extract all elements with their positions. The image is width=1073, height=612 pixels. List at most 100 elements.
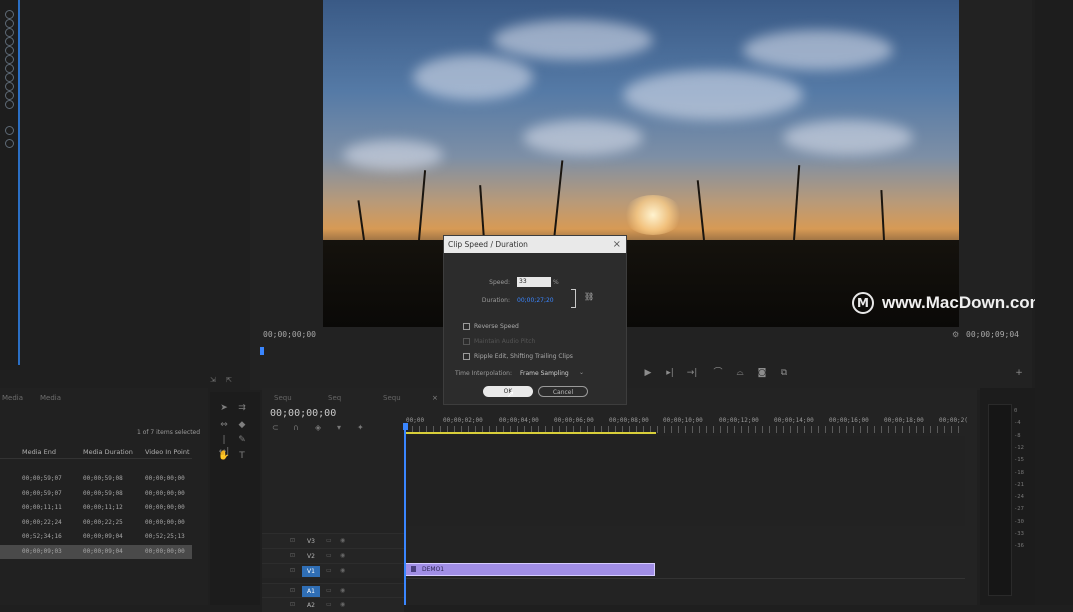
close-tab-icon[interactable]: × xyxy=(432,394,438,402)
watermark-logo: M xyxy=(852,292,874,314)
table-row[interactable]: 00;00;59;07 00;00;59;08 00;00;00;00 xyxy=(0,472,192,486)
history-step-icon[interactable] xyxy=(5,91,14,100)
table-row[interactable]: 00;00;11;11 00;00;11;12 00;00;00;00 xyxy=(0,501,192,515)
reverse-speed-checkbox[interactable] xyxy=(463,323,470,330)
history-step-icon[interactable] xyxy=(5,28,14,37)
meter-scale-label: -24 xyxy=(1014,494,1024,501)
history-step-icon[interactable] xyxy=(5,139,14,148)
chain-link-icon[interactable]: ⛓ xyxy=(584,292,594,301)
track-name[interactable]: V3 xyxy=(302,536,320,547)
playhead-handle[interactable] xyxy=(403,423,408,430)
history-step-icon[interactable] xyxy=(5,64,14,73)
lock-icon[interactable]: ⊡ xyxy=(290,587,295,594)
add-button-icon[interactable]: + xyxy=(1013,368,1025,378)
track-select-tool-icon[interactable]: ⇉ xyxy=(236,402,248,414)
track-name[interactable]: V2 xyxy=(302,551,320,562)
panel-expand-icon[interactable]: ⇱ xyxy=(226,376,236,384)
camera-icon[interactable]: ◙ xyxy=(756,368,768,378)
eye-icon[interactable]: ◉ xyxy=(340,552,345,559)
timeline-tab-2[interactable]: Seq xyxy=(328,394,341,402)
pen-tool-icon[interactable]: ✎ xyxy=(236,434,248,446)
marker-icon[interactable]: ◈ xyxy=(315,423,321,432)
track-header[interactable]: ⊡ V2 ▭ ◉ xyxy=(262,548,404,563)
timeline-settings-icon[interactable]: ✦ xyxy=(357,423,364,432)
sync-icon[interactable]: ▭ xyxy=(326,552,332,559)
panel-menu-icon[interactable]: ⇲ xyxy=(210,376,220,384)
history-step-icon[interactable] xyxy=(5,73,14,82)
play-icon[interactable]: ▶ xyxy=(642,368,654,378)
meter-scale-label: -12 xyxy=(1014,444,1024,451)
duration-value[interactable]: 00;00;27;20 xyxy=(517,297,554,304)
work-area-bar[interactable] xyxy=(405,432,656,434)
cancel-button[interactable]: Cancel xyxy=(538,386,588,397)
eye-icon[interactable]: ◉ xyxy=(340,567,345,574)
razor-tool-icon[interactable]: ◆ xyxy=(236,419,248,431)
ripple-edit-checkbox[interactable] xyxy=(463,353,470,360)
lock-icon[interactable]: ⊡ xyxy=(290,552,295,559)
hand-tool-icon[interactable]: ✋ xyxy=(218,450,230,462)
track-header[interactable]: ⊡ V1 ▭ ◉ xyxy=(262,563,404,578)
snap-icon[interactable]: ⊂ xyxy=(272,423,279,432)
track-header[interactable]: ⊡ V3 ▭ ◉ xyxy=(262,533,404,548)
step-forward-icon[interactable]: ▸| xyxy=(664,368,676,378)
meter-scale-label: -33 xyxy=(1014,531,1024,537)
table-row[interactable]: 00;52;34;16 00;00;09;04 00;52;25;13 xyxy=(0,530,192,544)
timeline-playhead[interactable] xyxy=(404,424,406,605)
time-interpolation-select[interactable]: Frame Sampling xyxy=(520,370,569,377)
selection-tool-icon[interactable]: ➤ xyxy=(218,402,230,414)
history-step-icon[interactable] xyxy=(5,19,14,28)
history-step-icon[interactable] xyxy=(5,37,14,46)
insert-icon[interactable]: ⌒ xyxy=(712,368,724,378)
history-step-icon[interactable] xyxy=(5,100,14,109)
program-timecode-in[interactable]: 00;00;00;00 xyxy=(263,330,316,339)
project-tab-1[interactable]: Media xyxy=(2,394,23,402)
table-cell: 00;52;34;16 xyxy=(22,533,62,540)
history-step-icon[interactable] xyxy=(5,126,14,135)
speed-input[interactable]: 33 xyxy=(517,277,551,287)
slip-tool-icon[interactable]: |↔| xyxy=(218,434,230,457)
column-media-end[interactable]: Media End xyxy=(22,448,56,456)
chevron-down-icon[interactable]: ⌄ xyxy=(579,369,584,376)
program-scrub-bar[interactable] xyxy=(258,345,1018,357)
track-name[interactable]: A1 xyxy=(302,586,320,597)
track-name[interactable]: A2 xyxy=(302,600,320,611)
column-media-duration[interactable]: Media Duration xyxy=(83,448,133,456)
history-step-icon[interactable] xyxy=(5,82,14,91)
settings-icon[interactable]: ⧉ xyxy=(778,368,790,378)
close-icon[interactable]: × xyxy=(613,236,621,253)
watermark-text: www.MacDown.com xyxy=(882,293,1045,312)
add-marker-icon[interactable]: ▾ xyxy=(337,423,341,432)
sync-icon[interactable]: ▭ xyxy=(326,567,332,574)
timeline-tab-1[interactable]: Sequ xyxy=(274,394,292,402)
type-tool-icon[interactable]: T xyxy=(236,450,248,462)
go-to-out-icon[interactable]: →| xyxy=(686,368,698,378)
lock-icon[interactable]: ⊡ xyxy=(290,537,295,544)
column-video-in-point[interactable]: Video In Point xyxy=(145,448,190,456)
table-row[interactable]: 00;00;09;03 00;00;09;04 00;00;00;00 xyxy=(0,544,192,559)
timeline-tab-3[interactable]: Sequ xyxy=(383,394,401,402)
sync-icon[interactable]: ▭ xyxy=(326,587,332,594)
program-playhead[interactable] xyxy=(260,347,264,355)
timeline-timecode[interactable]: 00;00;00;00 xyxy=(270,408,336,419)
lock-icon[interactable]: ⊡ xyxy=(290,567,295,574)
maintain-audio-checkbox[interactable] xyxy=(463,338,470,345)
overwrite-icon[interactable]: ⌓ xyxy=(734,368,746,378)
linked-selection-icon[interactable]: ∩ xyxy=(293,423,299,432)
ruler-label: 00;00;14;00 xyxy=(774,417,814,424)
ripple-edit-tool-icon[interactable]: ⇔ xyxy=(218,419,230,431)
track-header[interactable]: ⊡ A1 ▭ ◉ xyxy=(262,583,404,598)
wrench-icon[interactable]: ⚙ xyxy=(952,330,960,339)
eye-icon[interactable]: ◉ xyxy=(340,587,345,594)
table-row[interactable]: 00;00;22;24 00;00;22;25 00;00;00;00 xyxy=(0,516,192,530)
project-tab-2[interactable]: Media xyxy=(40,394,61,402)
history-step-icon[interactable] xyxy=(5,46,14,55)
track-name[interactable]: V1 xyxy=(302,566,320,577)
history-step-icon[interactable] xyxy=(5,10,14,19)
history-step-icon[interactable] xyxy=(5,55,14,64)
sync-icon[interactable]: ▭ xyxy=(326,537,332,544)
table-row[interactable]: 00;00;59;07 00;00;59;08 00;00;00;00 xyxy=(0,487,192,501)
eye-icon[interactable]: ◉ xyxy=(340,537,345,544)
timeline-clip[interactable]: DEMO1 xyxy=(405,563,655,576)
meter-scale-label: -8 xyxy=(1014,432,1021,439)
meter-scale-label: -21 xyxy=(1014,481,1024,488)
